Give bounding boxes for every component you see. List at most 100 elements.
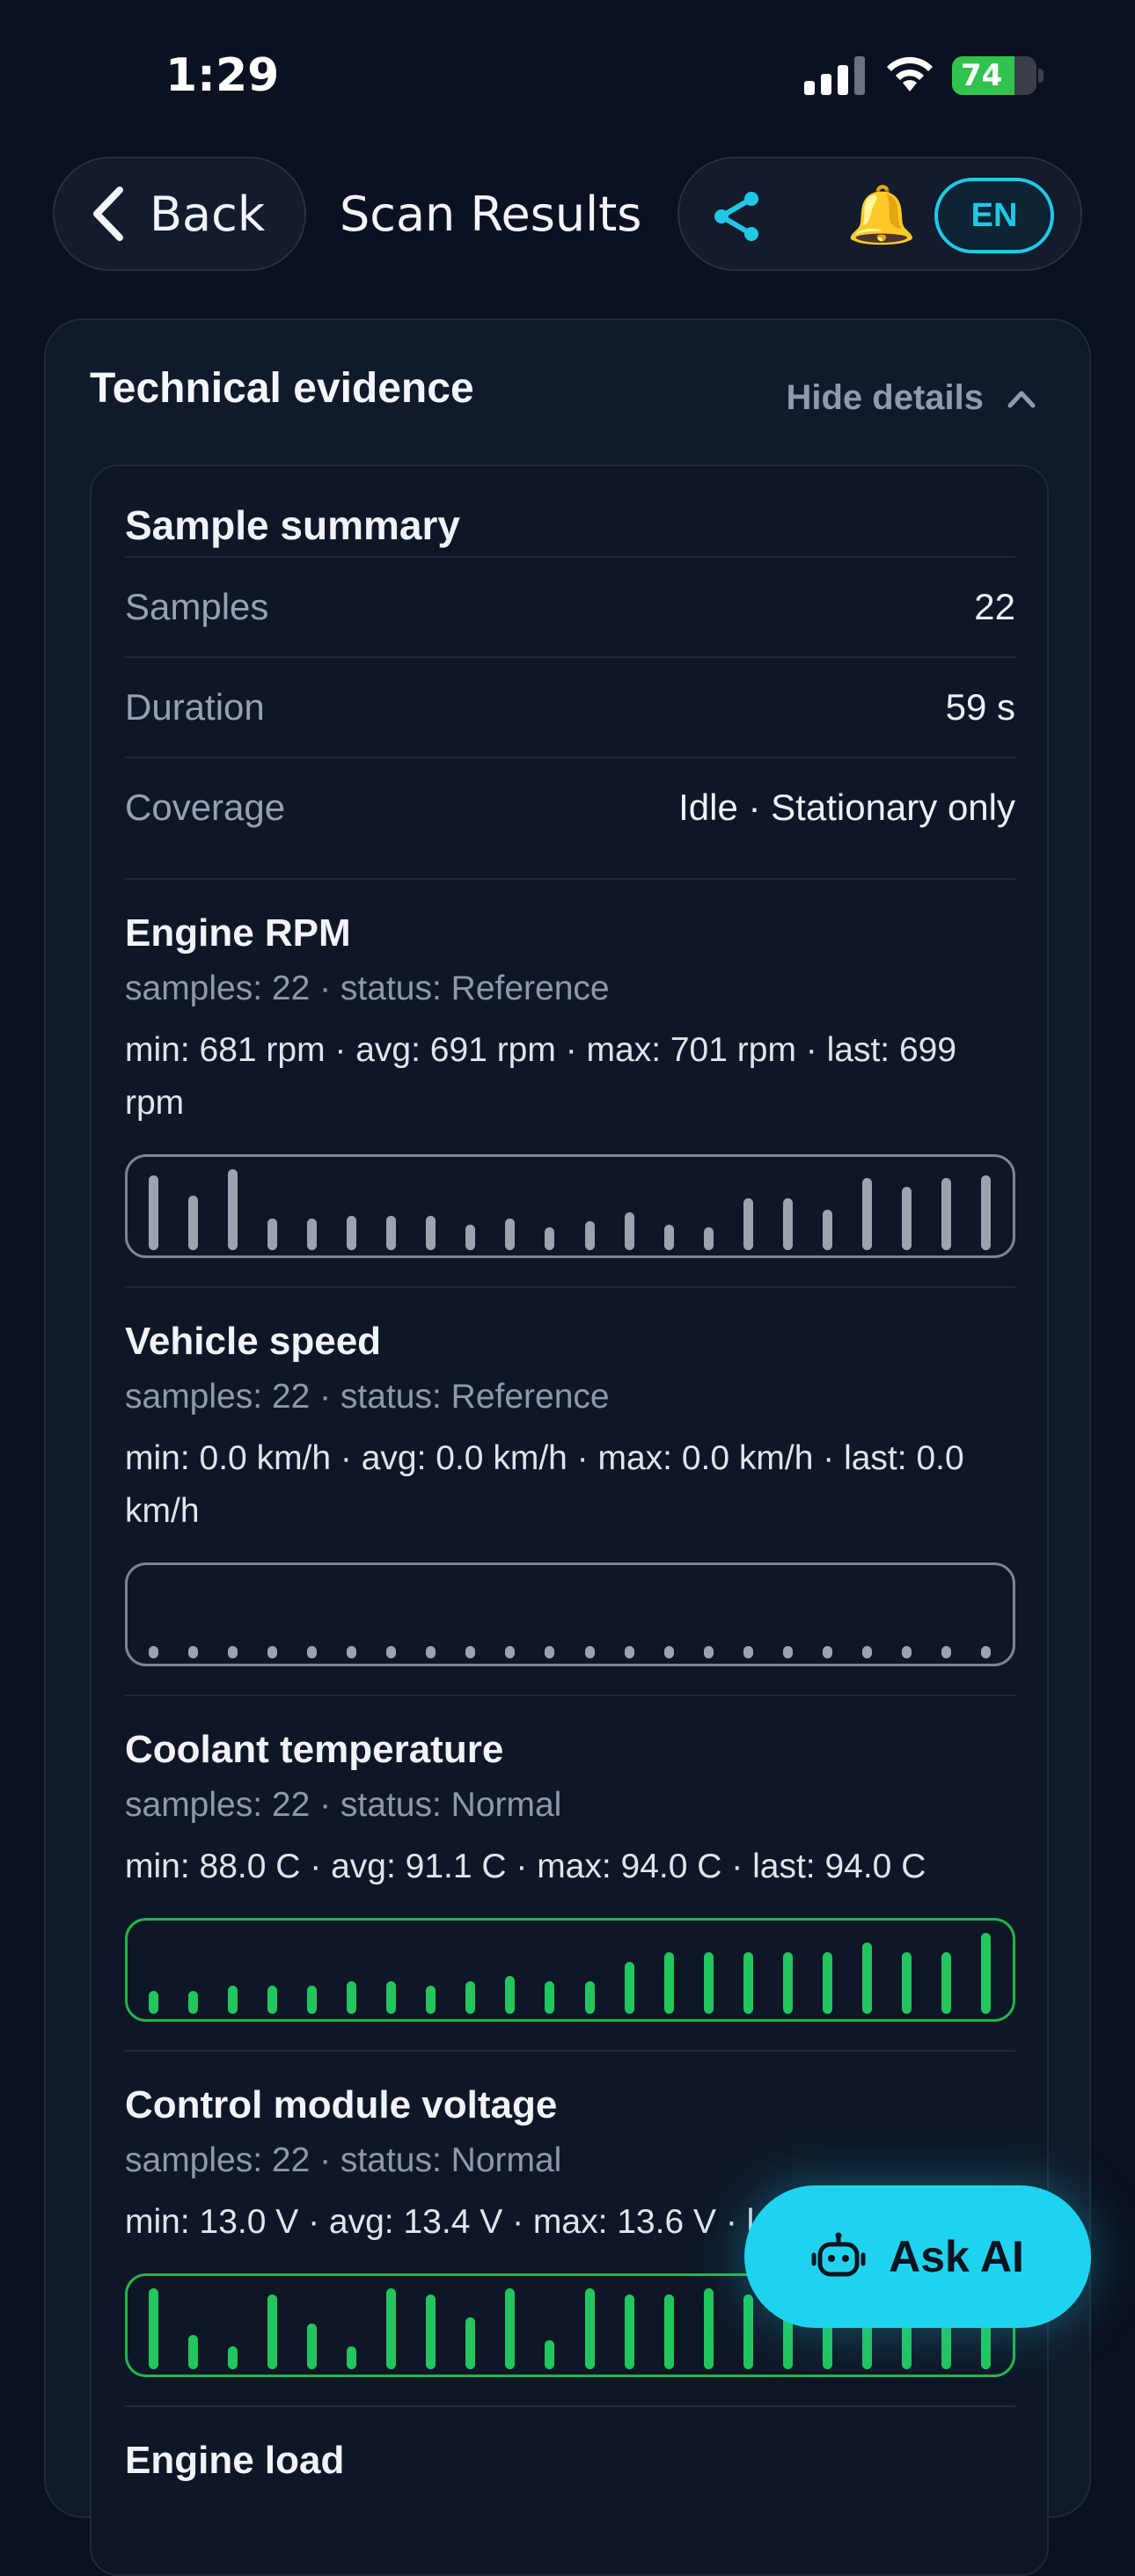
sparkline-bar <box>386 1646 396 1658</box>
sparkline-bar <box>426 1216 436 1250</box>
sparkline-bar <box>228 1169 238 1250</box>
status-time: 1:29 <box>165 49 280 102</box>
metric-name: Vehicle speed <box>125 1320 382 1363</box>
sparkline-bar <box>902 1952 912 2014</box>
sparkline-bar <box>465 1981 475 2014</box>
sample-summary-title: Sample summary <box>125 502 460 548</box>
sparkline-bar <box>347 2346 356 2369</box>
metric-subtitle: samples: 22 · status: Normal <box>125 2141 562 2179</box>
cellular-signal-icon <box>804 55 866 95</box>
metric-name: Coolant temperature <box>125 1728 504 1771</box>
sparkline-bar <box>783 1952 793 2014</box>
ask-ai-label: Ask AI <box>889 2232 1024 2281</box>
sparkline-bar <box>505 1976 515 2014</box>
sparkline-bar <box>862 1943 872 2014</box>
sparkline-bar <box>743 1952 753 2014</box>
summary-key: Samples <box>125 586 269 627</box>
metric-engine-rpm: Engine RPM samples: 22 · status: Referen… <box>125 878 1015 1286</box>
sparkline-bar <box>902 1187 912 1250</box>
sparkline-bar <box>823 1646 832 1658</box>
share-icon[interactable] <box>709 188 765 245</box>
sparkline-bar <box>545 1227 554 1250</box>
page-title: Scan Results <box>340 187 642 242</box>
sparkline-bar <box>545 1981 554 2014</box>
metric-name: Engine RPM <box>125 911 351 955</box>
sparkline-bar <box>267 1986 277 2014</box>
sparkline-bar <box>704 1227 714 1250</box>
back-button[interactable]: Back <box>53 157 306 271</box>
sparkline-bar <box>743 1646 753 1658</box>
sparkline-bar <box>267 1218 277 1250</box>
sparkline-bar <box>386 2288 396 2369</box>
sparkline-bar <box>347 1646 356 1658</box>
metric-coolant-temperature: Coolant temperature samples: 22 · status… <box>125 1694 1015 2050</box>
sparkline-bar <box>307 1986 317 2014</box>
metric-subtitle: samples: 22 · status: Normal <box>125 1786 562 1824</box>
battery-icon: 74 <box>952 56 1036 95</box>
sparkline-bar <box>267 1646 277 1658</box>
robot-icon <box>811 2232 866 2277</box>
summary-row-coverage: Coverage Idle · Stationary only <box>125 757 1015 857</box>
sparkline-bar <box>505 1218 515 1250</box>
sparkline-bar <box>625 1212 634 1250</box>
sparkline-bar <box>307 1646 317 1658</box>
sparkline-bar <box>862 1178 872 1250</box>
sparkline-bar <box>941 1952 951 2014</box>
sparkline-bar <box>664 2294 674 2369</box>
status-bar: 1:29 74 <box>0 0 1135 150</box>
battery-level: 74 <box>961 58 1003 93</box>
hide-details-label: Hide details <box>786 378 984 417</box>
sparkline-bar <box>625 1962 634 2014</box>
sparkline-bar <box>743 1198 753 1250</box>
chevron-up-icon <box>1007 391 1036 407</box>
sparkline-bar <box>981 1646 991 1658</box>
metric-stats: min: 0.0 km/h · avg: 0.0 km/h · max: 0.0… <box>125 1439 964 1530</box>
summary-value: Idle · Stationary only <box>678 787 1015 828</box>
back-label: Back <box>150 186 266 242</box>
sparkline-bar <box>981 1175 991 1250</box>
sparkline-bar <box>704 1952 714 2014</box>
sparkline <box>125 1918 1015 2022</box>
sparkline-bar <box>347 1981 356 2014</box>
sparkline-bar <box>307 2324 317 2369</box>
sparkline-bar <box>386 1216 396 1250</box>
sparkline-bar <box>704 1646 714 1658</box>
sparkline-bar <box>347 1216 356 1250</box>
summary-key: Coverage <box>125 787 286 828</box>
summary-value: 59 s <box>945 686 1015 728</box>
sparkline-bar <box>149 1646 158 1658</box>
hide-details-button[interactable]: Hide details <box>786 378 1036 418</box>
sparkline-bar <box>228 1646 238 1658</box>
sparkline-bar <box>545 1646 554 1658</box>
summary-value: 22 <box>974 586 1015 627</box>
sparkline-bar <box>783 1646 793 1658</box>
sparkline-bar <box>188 1196 198 1250</box>
metric-name: Control module voltage <box>125 2083 558 2126</box>
sparkline-bar <box>585 2288 595 2369</box>
sparkline-bar <box>267 2294 277 2369</box>
metric-subtitle: samples: 22 · status: Reference <box>125 970 610 1007</box>
sparkline-bar <box>188 1991 198 2014</box>
sparkline-bar <box>585 1221 595 1250</box>
sparkline-bar <box>625 1646 634 1658</box>
sparkline-bar <box>862 1646 872 1658</box>
summary-row-samples: Samples 22 <box>125 556 1015 656</box>
sparkline-bar <box>664 1225 674 1250</box>
language-toggle[interactable]: EN <box>934 178 1054 253</box>
bell-icon[interactable]: 🔔 <box>846 183 917 246</box>
sparkline-bar <box>585 1646 595 1658</box>
sparkline-bar <box>505 2288 515 2369</box>
metric-engine-load: Engine load <box>125 2405 1015 2546</box>
sparkline-bar <box>465 1225 475 1250</box>
sparkline-bar <box>505 1646 515 1658</box>
sparkline-bar <box>465 2317 475 2369</box>
sparkline-bar <box>941 1646 951 1658</box>
metric-subtitle: samples: 22 · status: Reference <box>125 1378 610 1416</box>
ask-ai-button[interactable]: Ask AI <box>744 2185 1091 2328</box>
sparkline-bar <box>426 1986 436 2014</box>
sparkline-bar <box>783 1198 793 1250</box>
sparkline-bar <box>228 1986 238 2014</box>
sparkline-bar <box>823 1952 832 2014</box>
sparkline-bar <box>625 2294 634 2369</box>
sparkline-bar <box>149 1175 158 1250</box>
